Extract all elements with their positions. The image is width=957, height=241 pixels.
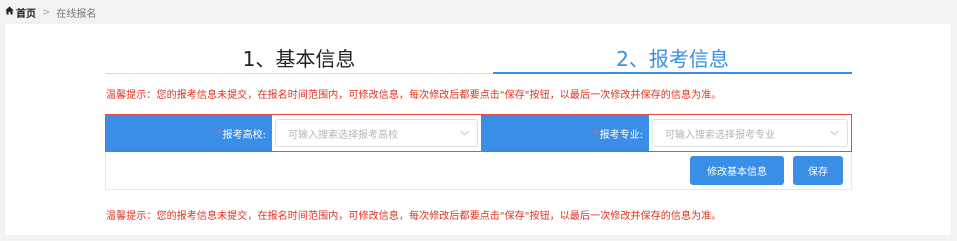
- warning-tip-bottom: 温馨提示：您的报考信息未提交，在报名时间范围内，可修改信息，每次修改后都要点击"…: [106, 211, 722, 222]
- school-label: * 报考高校:: [106, 115, 272, 151]
- school-select-wrapper: 可输入搜索选择报考高校: [272, 115, 481, 151]
- breadcrumb-home[interactable]: 首页: [5, 5, 36, 20]
- breadcrumb-home-label: 首页: [16, 8, 36, 20]
- school-label-text: 报考高校:: [222, 129, 266, 141]
- step-basic-info-underline: [106, 73, 492, 74]
- breadcrumb-separator: >: [42, 6, 51, 18]
- school-select[interactable]: 可输入搜索选择报考高校: [275, 119, 478, 147]
- major-label-text: 报考专业:: [599, 129, 643, 141]
- major-select-placeholder: 可输入搜索选择报考专业: [665, 129, 775, 141]
- chevron-down-icon: [829, 128, 839, 138]
- action-button-row: 修改基本信息 保存: [105, 152, 852, 190]
- chevron-down-icon: [459, 128, 469, 138]
- exam-form-row: * 报考高校: 可输入搜索选择报考高校 * 报考专业: 可输入搜索选择报考专业: [105, 114, 852, 152]
- step-exam-info-underline: [493, 72, 852, 74]
- major-label: * 报考专业:: [481, 115, 649, 151]
- step-exam-info[interactable]: 2、报考信息: [493, 45, 852, 73]
- warning-tip-top: 温馨提示：您的报考信息未提交，在报名时间范围内，可修改信息，每次修改后都要点击"…: [106, 90, 722, 101]
- school-select-placeholder: 可输入搜索选择报考高校: [288, 129, 398, 141]
- required-mark: *: [593, 127, 599, 139]
- required-mark: *: [216, 127, 222, 139]
- edit-basic-info-button[interactable]: 修改基本信息: [690, 156, 784, 185]
- step-basic-info[interactable]: 1、基本信息: [106, 45, 492, 73]
- breadcrumb: 首页 > 在线报名: [0, 0, 957, 24]
- home-icon: [5, 6, 16, 18]
- major-select[interactable]: 可输入搜索选择报考专业: [652, 119, 848, 147]
- major-select-wrapper: 可输入搜索选择报考专业: [649, 115, 851, 151]
- save-button[interactable]: 保存: [793, 156, 843, 185]
- breadcrumb-current: 在线报名: [56, 8, 97, 20]
